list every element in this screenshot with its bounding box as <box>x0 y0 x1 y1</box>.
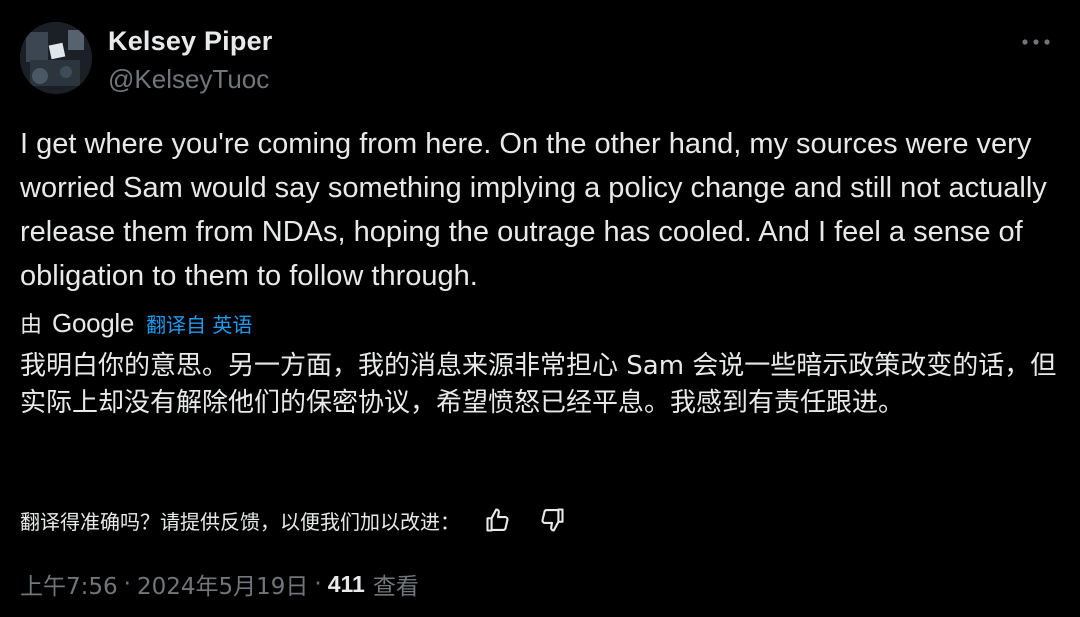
google-logo: Google <box>52 307 135 338</box>
tweet-date[interactable]: 2024年5月19日 <box>137 567 308 601</box>
thumbs-up-icon[interactable] <box>478 500 518 540</box>
views-count: 411 <box>327 570 365 597</box>
translated-by-label: 由 <box>20 313 43 338</box>
translation-attribution: 由 Google 翻译自 英语 <box>20 305 252 341</box>
author-name[interactable]: Kelsey Piper <box>108 26 273 57</box>
avatar[interactable] <box>20 22 92 94</box>
tweet-meta: 上午7:56 · 2024年5月19日 · 411 查看 <box>20 566 419 602</box>
feedback-prompt: 翻译得准确吗？请提供反馈，以便我们加以改进： <box>20 509 460 534</box>
tweet-time[interactable]: 上午7:56 <box>20 567 118 601</box>
views-label: 查看 <box>372 574 419 600</box>
author-handle[interactable]: @KelseyTuoc <box>108 64 269 95</box>
meta-separator: · <box>123 571 131 597</box>
translation-feedback: 翻译得准确吗？请提供反馈，以便我们加以改进： <box>20 500 586 540</box>
tweet-text: I get where you're coming from here. On … <box>20 128 1047 292</box>
meta-separator: · <box>314 571 322 597</box>
thumbs-down-icon[interactable] <box>532 500 572 540</box>
translated-text: 我明白你的意思。另一方面，我的消息来源非常担心 Sam 会说一些暗示政策改变的话… <box>20 351 1057 418</box>
tweet-header: Kelsey Piper @KelseyTuoc <box>20 20 1060 98</box>
more-horizontal-icon[interactable] <box>1016 28 1056 56</box>
translated-from-link[interactable]: 翻译自 英语 <box>146 309 252 338</box>
avatar-image <box>20 22 92 94</box>
